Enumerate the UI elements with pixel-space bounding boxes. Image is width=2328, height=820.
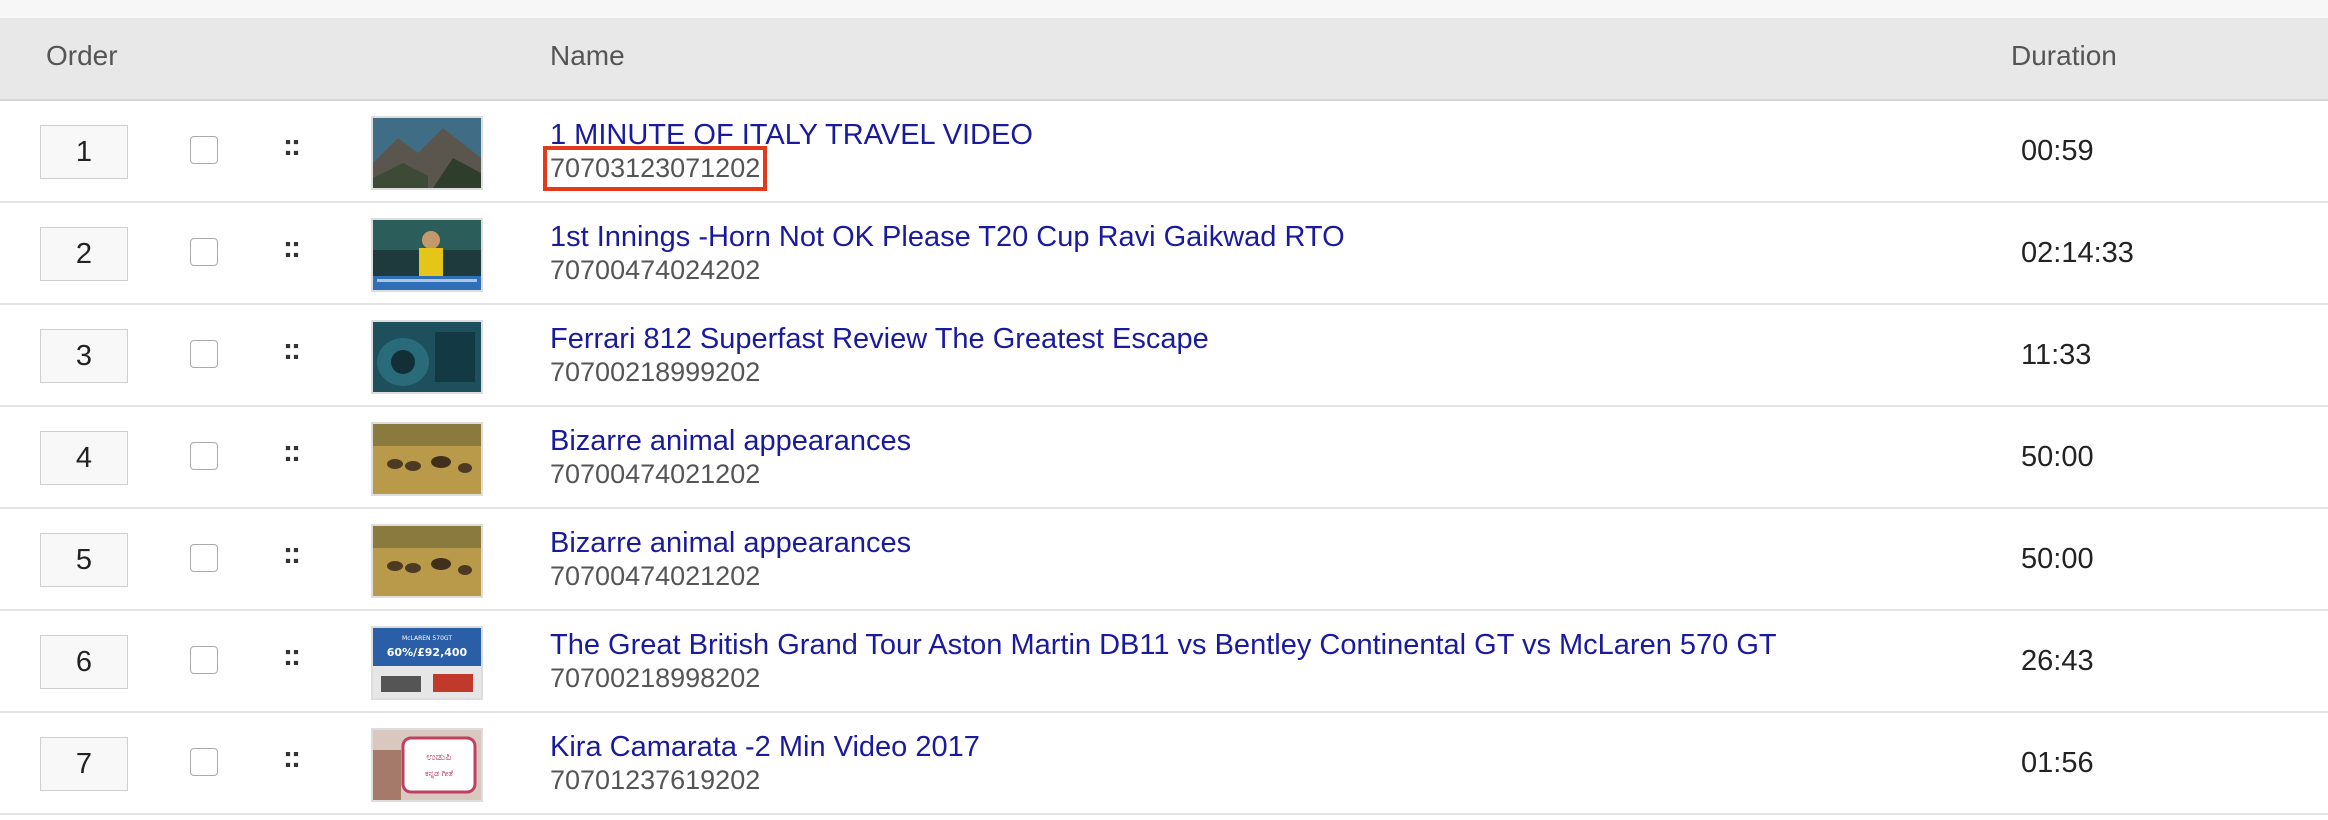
table-row: 7 :: ಉಡುಪಿ ಕನ್ನಡ ಗೀತೆ Kira Camarata -2 M… xyxy=(0,713,2328,815)
video-title-link[interactable]: 1 MINUTE OF ITALY TRAVEL VIDEO xyxy=(550,119,1033,152)
drag-handle-icon[interactable]: :: xyxy=(283,333,301,367)
table-body: 1 :: 1 MINUTE OF ITALY TRAVEL VIDEO 7070… xyxy=(0,101,2328,815)
order-input[interactable]: 4 xyxy=(40,431,128,485)
table-row: 5 :: Bizarre animal appearances 70700474… xyxy=(0,509,2328,611)
drag-handle-icon[interactable]: :: xyxy=(283,741,301,775)
drag-handle-icon[interactable]: :: xyxy=(283,435,301,469)
video-duration: 02:14:33 xyxy=(2021,237,2134,269)
order-input[interactable]: 2 xyxy=(40,227,128,281)
table-row: 6 :: McLAREN 570GT 60%/£92,400 The Great… xyxy=(0,611,2328,713)
column-header-duration[interactable]: Duration xyxy=(2011,40,2117,72)
row-checkbox[interactable] xyxy=(190,238,218,266)
video-duration: 50:00 xyxy=(2021,543,2094,575)
svg-text:60%/£92,400: 60%/£92,400 xyxy=(387,646,468,659)
row-checkbox[interactable] xyxy=(190,748,218,776)
top-strip xyxy=(0,0,2328,19)
video-id: 70703123071202 xyxy=(542,146,768,191)
video-thumbnail[interactable] xyxy=(371,524,483,598)
video-duration: 26:43 xyxy=(2021,645,2094,677)
video-duration: 11:33 xyxy=(2021,339,2092,371)
video-title-link[interactable]: Kira Camarata -2 Min Video 2017 xyxy=(550,731,980,764)
video-id: 70700218998202 xyxy=(550,663,761,693)
drag-handle-icon[interactable]: :: xyxy=(283,639,301,673)
svg-text:McLAREN 570GT: McLAREN 570GT xyxy=(402,635,452,642)
table-row: 3 :: Ferrari 812 Superfast Review The Gr… xyxy=(0,305,2328,407)
video-thumbnail[interactable] xyxy=(371,320,483,394)
video-title-link[interactable]: 1st Innings -Horn Not OK Please T20 Cup … xyxy=(550,221,1345,254)
video-duration: 50:00 xyxy=(2021,441,2094,473)
column-header-name[interactable]: Name xyxy=(550,40,625,72)
order-input[interactable]: 3 xyxy=(40,329,128,383)
svg-text:ಉಡುಪಿ: ಉಡುಪಿ xyxy=(426,752,451,763)
video-thumbnail[interactable] xyxy=(371,218,483,292)
drag-handle-icon[interactable]: :: xyxy=(283,129,301,163)
column-header-order[interactable]: Order xyxy=(46,40,118,72)
order-input[interactable]: 1 xyxy=(40,125,128,179)
row-checkbox[interactable] xyxy=(190,442,218,470)
video-thumbnail[interactable]: McLAREN 570GT 60%/£92,400 xyxy=(371,626,483,700)
video-duration: 01:56 xyxy=(2021,747,2094,779)
order-input[interactable]: 7 xyxy=(40,737,128,791)
video-id: 70700474021202 xyxy=(550,561,761,591)
table-row: 1 :: 1 MINUTE OF ITALY TRAVEL VIDEO 7070… xyxy=(0,101,2328,203)
video-id: 70700474021202 xyxy=(550,459,761,489)
order-input[interactable]: 6 xyxy=(40,635,128,689)
video-id: 70701237619202 xyxy=(550,765,761,795)
drag-handle-icon[interactable]: :: xyxy=(283,537,301,571)
video-thumbnail[interactable]: ಉಡುಪಿ ಕನ್ನಡ ಗೀತೆ xyxy=(371,728,483,802)
row-checkbox[interactable] xyxy=(190,136,218,164)
video-title-link[interactable]: The Great British Grand Tour Aston Marti… xyxy=(550,629,1777,662)
table-row: 2 :: 1st Innings -Horn Not OK Please T20… xyxy=(0,203,2328,305)
video-id: 70700474024202 xyxy=(550,255,761,285)
row-checkbox[interactable] xyxy=(190,340,218,368)
video-thumbnail[interactable] xyxy=(371,422,483,496)
order-input[interactable]: 5 xyxy=(40,533,128,587)
svg-text:ಕನ್ನಡ ಗೀತೆ: ಕನ್ನಡ ಗೀತೆ xyxy=(425,769,454,778)
row-checkbox[interactable] xyxy=(190,646,218,674)
video-duration: 00:59 xyxy=(2021,135,2094,167)
video-title-link[interactable]: Ferrari 812 Superfast Review The Greates… xyxy=(550,323,1209,356)
table-row: 4 :: Bizarre animal appearances 70700474… xyxy=(0,407,2328,509)
table-header: Order Name Duration xyxy=(0,18,2328,101)
row-checkbox[interactable] xyxy=(190,544,218,572)
video-title-link[interactable]: Bizarre animal appearances xyxy=(550,527,911,560)
video-title-link[interactable]: Bizarre animal appearances xyxy=(550,425,911,458)
video-playlist-page: Order Name Duration 1 :: 1 MINUTE OF ITA… xyxy=(0,0,2328,820)
video-thumbnail[interactable] xyxy=(371,116,483,190)
video-id: 70700218999202 xyxy=(550,357,761,387)
drag-handle-icon[interactable]: :: xyxy=(283,231,301,265)
